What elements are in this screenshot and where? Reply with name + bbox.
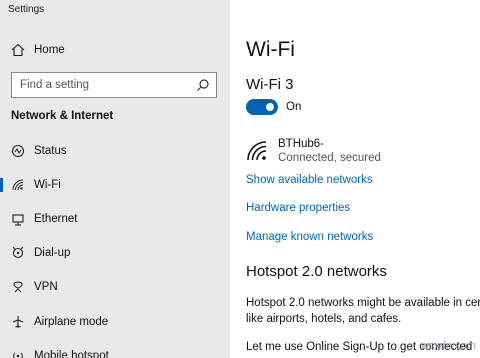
manage-known-networks-link[interactable]: Manage known networks (246, 231, 373, 243)
home-icon (10, 42, 26, 58)
sidebar-item-hotspot[interactable]: Mobile hotspot (0, 342, 230, 358)
wifi-toggle[interactable] (246, 99, 278, 115)
toggle-state-label: On (286, 101, 302, 113)
sidebar-item-label: VPN (34, 281, 58, 293)
sidebar-item-label: Airplane mode (34, 316, 109, 328)
active-indicator (0, 178, 3, 192)
status-icon (10, 143, 26, 159)
watermark: wsxdn.com (420, 340, 476, 352)
vpn-icon (10, 279, 26, 295)
nav-home[interactable]: Home (0, 36, 230, 64)
hardware-properties-link[interactable]: Hardware properties (246, 202, 350, 214)
main-content: Wi-Fi Wi-Fi 3 On BTHub6- Connected, secu… (230, 0, 480, 358)
sidebar-item-label: Dial-up (34, 247, 71, 259)
search-placeholder: Find a setting (20, 79, 90, 91)
sidebar-item-status[interactable]: Status (0, 137, 230, 165)
hotspot-text-line1: Hotspot 2.0 networks might be available … (246, 297, 480, 309)
sidebar-item-label: Ethernet (34, 213, 78, 225)
hotspot-heading: Hotspot 2.0 networks (246, 263, 387, 280)
adapter-name: Wi-Fi 3 (246, 76, 294, 93)
sidebar-item-wifi[interactable]: Wi-Fi (0, 171, 230, 199)
hotspot-icon (10, 348, 26, 358)
sidebar-item-dialup[interactable]: Dial-up (0, 239, 230, 267)
ethernet-icon (10, 211, 26, 227)
sidebar: Settings Home Find a setting Network & I… (0, 0, 230, 358)
wifi-icon (10, 177, 26, 193)
search-icon[interactable] (196, 78, 210, 92)
connection-name[interactable]: BTHub6- (278, 138, 324, 150)
show-available-networks-link[interactable]: Show available networks (246, 174, 373, 186)
sidebar-item-ethernet[interactable]: Ethernet (0, 205, 230, 233)
sidebar-item-vpn[interactable]: VPN (0, 273, 230, 301)
hotspot-description: Hotspot 2.0 networks might be available … (246, 295, 480, 327)
wifi-signal-icon[interactable] (246, 140, 270, 162)
airplane-icon (10, 314, 26, 330)
section-heading: Network & Internet (11, 110, 114, 122)
page-title: Wi-Fi (246, 38, 295, 61)
hotspot-text-line2: like airports, hotels, and cafes. (246, 313, 402, 325)
app-title: Settings (8, 4, 45, 15)
connection-status: Connected, secured (278, 152, 381, 164)
sidebar-item-label: Wi-Fi (34, 179, 61, 191)
sidebar-item-label: Status (34, 145, 67, 157)
sidebar-item-airplane[interactable]: Airplane mode (0, 308, 230, 336)
nav-home-label: Home (34, 44, 65, 56)
sidebar-item-label: Mobile hotspot (34, 350, 109, 358)
dialup-icon (10, 245, 26, 261)
search-input[interactable]: Find a setting (11, 72, 217, 98)
toggle-knob (266, 103, 274, 111)
